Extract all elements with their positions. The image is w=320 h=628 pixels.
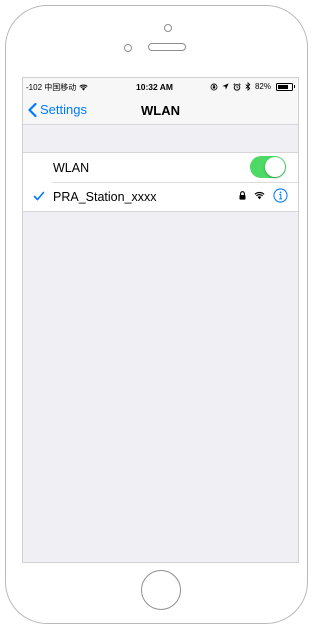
info-button-icon[interactable] [273,188,288,203]
lock-icon [239,191,246,200]
wlan-toggle-row: WLAN [23,153,298,182]
wifi-strength-icon [254,191,265,200]
wlan-toggle-switch[interactable] [250,156,286,178]
network-row[interactable]: PRA_Station_xxxx [23,182,298,211]
alarm-clock-icon [233,82,241,91]
earpiece-speaker [148,43,186,51]
battery-tip [293,85,295,88]
location-arrow-icon [222,83,229,90]
screen: -102 中国移动 10:32 AM 82% Settings WLAN WLA… [22,77,299,563]
wifi-signal-icon [79,84,88,91]
home-button[interactable] [141,570,181,610]
page-title: WLAN [141,103,180,118]
checkmark-icon [33,191,45,201]
wlan-toggle-label: WLAN [53,161,90,175]
battery-level-fill [278,84,288,89]
carrier-label: -102 中国移动 [26,83,77,92]
battery-icon [276,82,295,91]
camera-lens [164,24,172,32]
navigation-bar: Settings WLAN [23,96,298,125]
proximity-sensor [124,44,132,52]
bluetooth-icon [245,82,251,91]
rotation-lock-icon [210,83,218,90]
battery-percent: 82% [254,82,271,91]
status-time: 10:32 AM [136,82,174,92]
status-bar: -102 中国移动 10:32 AM 82% [23,78,298,96]
toggle-knob [265,157,285,177]
wlan-settings-group: WLAN PRA_Station_xxxx [23,152,298,212]
network-name: PRA_Station_xxxx [53,190,157,204]
